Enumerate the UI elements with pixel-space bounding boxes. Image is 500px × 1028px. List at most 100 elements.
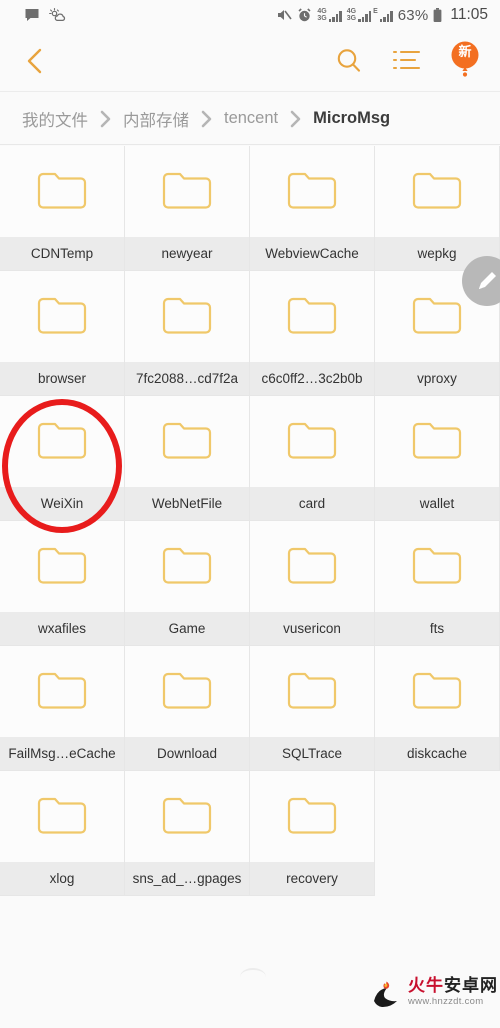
folder-icon-wrap <box>250 271 374 362</box>
folder-cell-wxafiles[interactable]: wxafiles <box>0 521 125 646</box>
list-icon <box>392 50 421 69</box>
folder-icon <box>162 172 212 209</box>
folder-icon-wrap <box>125 271 249 362</box>
folder-icon <box>412 172 462 209</box>
folder-icon-wrap <box>0 271 124 362</box>
folder-cell-7fc2088…cd7f2a[interactable]: 7fc2088…cd7f2a <box>125 271 250 396</box>
network-sublabel-1: 3G <box>317 15 327 22</box>
folder-icon-wrap <box>125 396 249 487</box>
bull-torch-logo-icon <box>374 981 397 1007</box>
folder-label: Game <box>125 612 249 645</box>
status-bar-notifications <box>24 7 66 23</box>
folder-label: Download <box>125 737 249 770</box>
breadcrumb-item-我的文件[interactable]: 我的文件 <box>22 107 88 131</box>
folder-cell-WebNetFile[interactable]: WebNetFile <box>125 396 250 521</box>
search-icon <box>337 48 361 72</box>
folder-cell-recovery[interactable]: recovery <box>250 771 375 896</box>
folder-icon-wrap <box>250 396 374 487</box>
pencil-edit-icon <box>479 272 496 289</box>
folder-icon <box>287 422 337 459</box>
folder-icon-wrap <box>375 146 499 237</box>
folder-label: vproxy <box>375 362 499 395</box>
folder-label: CDNTemp <box>0 237 124 270</box>
folder-cell-SQLTrace[interactable]: SQLTrace <box>250 646 375 771</box>
folder-icon <box>37 297 87 334</box>
folder-label: wxafiles <box>0 612 124 645</box>
breadcrumb-separator-icon <box>200 109 213 129</box>
folder-cell-card[interactable]: card <box>250 396 375 521</box>
battery-icon <box>433 7 442 23</box>
site-watermark: 火牛安卓网 www.hnzzdt.com <box>370 975 498 1009</box>
folder-cell-newyear[interactable]: newyear <box>125 146 250 271</box>
breadcrumb-item-tencent[interactable]: tencent <box>224 109 278 128</box>
folder-icon <box>287 172 337 209</box>
folder-icon <box>412 547 462 584</box>
file-grid: CDNTemp newyear WebviewCache wepkg browser 7f… <box>0 146 500 896</box>
folder-label: 7fc2088…cd7f2a <box>125 362 249 395</box>
search-button[interactable] <box>320 32 378 90</box>
list-view-button[interactable] <box>378 32 436 90</box>
folder-cell-wallet[interactable]: wallet <box>375 396 500 521</box>
folder-icon <box>412 422 462 459</box>
folder-icon <box>37 422 87 459</box>
app-toolbar: 新 <box>0 30 500 92</box>
folder-cell-vusericon[interactable]: vusericon <box>250 521 375 646</box>
folder-cell-CDNTemp[interactable]: CDNTemp <box>0 146 125 271</box>
folder-cell-Download[interactable]: Download <box>125 646 250 771</box>
folder-icon <box>287 297 337 334</box>
folder-label: WebNetFile <box>125 487 249 520</box>
folder-icon <box>287 547 337 584</box>
back-button[interactable] <box>0 46 70 76</box>
folder-label: fts <box>375 612 499 645</box>
folder-icon <box>287 797 337 834</box>
watermark-url: www.hnzzdt.com <box>408 996 484 1008</box>
folder-cell-WebviewCache[interactable]: WebviewCache <box>250 146 375 271</box>
folder-label: xlog <box>0 862 124 895</box>
new-badge-button[interactable]: 新 <box>436 32 494 90</box>
folder-icon-wrap <box>250 771 374 862</box>
folder-icon-wrap <box>0 396 124 487</box>
phone-screen: 4G 3G 4G 3G E 63% 11:05 新 我的文件 内部存储 tenc… <box>0 0 500 1028</box>
folder-label: diskcache <box>375 737 499 770</box>
folder-icon <box>37 547 87 584</box>
status-bar-indicators: 4G 3G 4G 3G E 63% 11:05 <box>276 6 488 24</box>
folder-label: newyear <box>125 237 249 270</box>
volume-muted-icon <box>276 7 293 23</box>
folder-cell-fts[interactable]: fts <box>375 521 500 646</box>
folder-cell-c6c0ff2…3c2b0b[interactable]: c6c0ff2…3c2b0b <box>250 271 375 396</box>
folder-cell-WeiXin[interactable]: WeiXin <box>0 396 125 521</box>
folder-cell-browser[interactable]: browser <box>0 271 125 396</box>
network-indicator-sim1: 4G 3G <box>317 8 342 22</box>
folder-icon-wrap <box>250 646 374 737</box>
alarm-clock-icon <box>297 7 312 23</box>
nav-hint <box>240 968 266 977</box>
breadcrumb-item-内部存储[interactable]: 内部存储 <box>123 107 189 131</box>
folder-icon <box>37 797 87 834</box>
folder-icon-wrap <box>0 146 124 237</box>
folder-label: WeiXin <box>0 487 124 520</box>
folder-cell-Game[interactable]: Game <box>125 521 250 646</box>
folder-icon-wrap <box>125 146 249 237</box>
folder-icon-wrap <box>125 521 249 612</box>
folder-icon-wrap <box>250 521 374 612</box>
weather-icon <box>49 7 66 23</box>
folder-icon <box>162 297 212 334</box>
folder-icon-wrap <box>0 771 124 862</box>
folder-label: card <box>250 487 374 520</box>
folder-cell-wepkg[interactable]: wepkg <box>375 146 500 271</box>
folder-icon-wrap <box>0 521 124 612</box>
folder-label: FailMsg…eCache <box>0 737 124 770</box>
folder-icon-wrap <box>375 646 499 737</box>
signal-bars-2 <box>358 10 372 22</box>
breadcrumb-item-MicroMsg[interactable]: MicroMsg <box>313 109 390 128</box>
folder-cell-xlog[interactable]: xlog <box>0 771 125 896</box>
network-sublabel-2: 3G <box>346 15 357 22</box>
folder-cell-diskcache[interactable]: diskcache <box>375 646 500 771</box>
folder-icon-wrap <box>125 771 249 862</box>
folder-icon <box>37 172 87 209</box>
folder-icon <box>162 672 212 709</box>
empty-cell <box>375 771 500 896</box>
folder-cell-FailMsg…eCache[interactable]: FailMsg…eCache <box>0 646 125 771</box>
folder-label: wallet <box>375 487 499 520</box>
folder-cell-sns_ad_…gpages[interactable]: sns_ad_…gpages <box>125 771 250 896</box>
